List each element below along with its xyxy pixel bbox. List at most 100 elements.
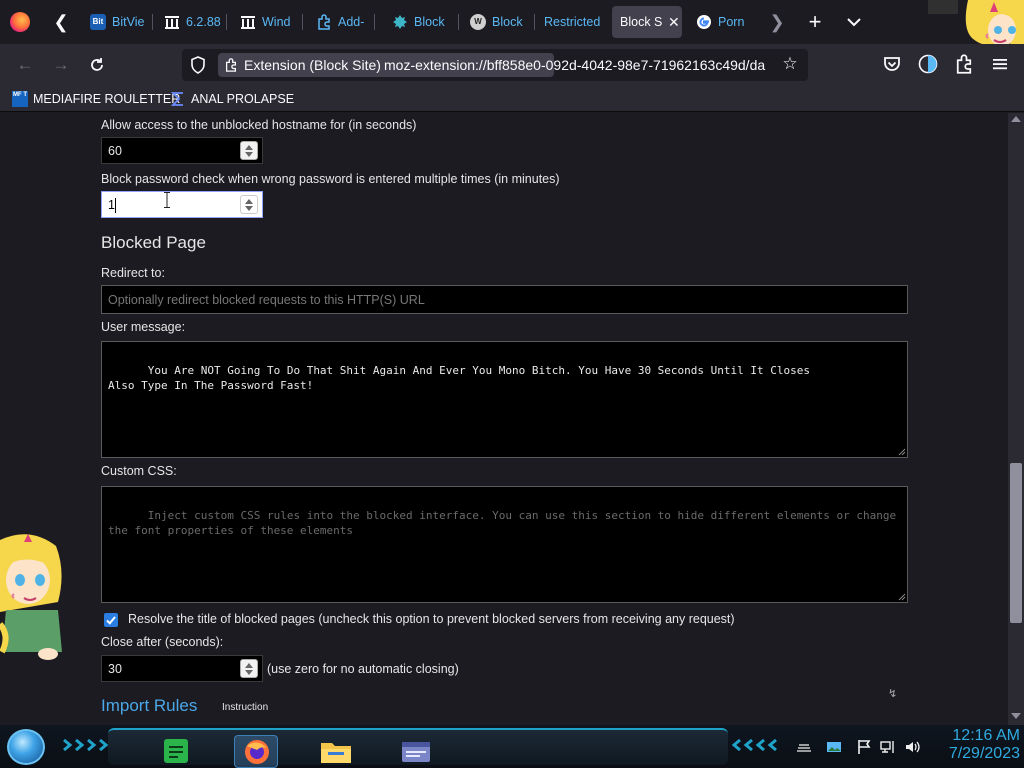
lightning-icon: ↯ bbox=[888, 688, 898, 700]
network-icon[interactable] bbox=[880, 739, 896, 755]
volume-icon[interactable] bbox=[904, 739, 920, 755]
number-spinner[interactable] bbox=[240, 195, 258, 214]
custom-css-placeholder: Inject custom CSS rules into the blocked… bbox=[108, 509, 903, 537]
tab-archive[interactable]: 6.2.88 bbox=[156, 6, 224, 38]
tab-wind[interactable]: Wind bbox=[232, 6, 298, 38]
window-app-icon[interactable] bbox=[394, 735, 438, 768]
ibeam-cursor-icon bbox=[164, 192, 170, 208]
extensions-icon[interactable] bbox=[954, 54, 976, 76]
site-identity-label: Extension (Block Site) bbox=[244, 57, 381, 73]
firefox-taskbar-icon[interactable] bbox=[234, 735, 278, 768]
keyboard-icon[interactable] bbox=[796, 739, 812, 755]
blocksite-favicon bbox=[392, 14, 408, 30]
scroll-tabs-right-button[interactable]: ❯ bbox=[766, 10, 788, 34]
back-button[interactable]: ← bbox=[12, 52, 38, 78]
forward-button[interactable]: → bbox=[48, 52, 74, 78]
taskbar-apps-frame bbox=[108, 728, 728, 768]
password-check-input[interactable]: 1 bbox=[101, 191, 263, 218]
pocket-icon[interactable] bbox=[882, 54, 904, 76]
resolve-title-label[interactable]: Resolve the title of blocked pages (unch… bbox=[128, 612, 735, 626]
user-message-textarea[interactable]: You Are NOT Going To Do That Shit Again … bbox=[101, 341, 908, 458]
resize-handle-icon[interactable] bbox=[896, 446, 906, 456]
custom-css-textarea[interactable]: Inject custom CSS rules into the blocked… bbox=[101, 486, 908, 603]
resolve-title-checkbox[interactable] bbox=[104, 613, 118, 627]
bookmark-label: ANAL PROLAPSE bbox=[191, 92, 295, 106]
photo-icon[interactable] bbox=[826, 739, 842, 755]
instruction-link[interactable]: Instruction bbox=[222, 702, 268, 713]
flag-icon[interactable] bbox=[856, 739, 872, 755]
list-all-tabs-button[interactable] bbox=[843, 8, 865, 36]
user-message-value: You Are NOT Going To Do That Shit Again … bbox=[108, 364, 811, 392]
close-tab-icon[interactable]: ✕ bbox=[668, 14, 680, 31]
resize-handle-icon[interactable] bbox=[896, 591, 906, 601]
bookmark-star-icon[interactable]: ☆ bbox=[780, 54, 800, 74]
import-rules-heading: Import Rules bbox=[101, 696, 198, 715]
close-after-label: Close after (seconds): bbox=[101, 635, 224, 649]
user-message-label: User message: bbox=[101, 320, 186, 334]
text-caret bbox=[115, 198, 116, 213]
tab-restricted[interactable]: Restricted bbox=[536, 6, 608, 38]
firefox-view-icon[interactable] bbox=[10, 12, 30, 32]
archive-favicon bbox=[240, 14, 256, 30]
character-art bbox=[958, 0, 1024, 50]
taskbar bbox=[0, 725, 1024, 768]
number-spinner[interactable] bbox=[240, 659, 258, 678]
tab-label: Wind bbox=[262, 15, 291, 29]
puzzle-favicon bbox=[316, 14, 332, 30]
navigation-toolbar: ← → Extension (Block Site) moz-extension… bbox=[0, 44, 1024, 86]
tab-bitview[interactable]: Bit BitVie bbox=[82, 6, 150, 38]
tab-block-site-active[interactable]: Block S ✕ bbox=[612, 6, 682, 38]
sigma-icon bbox=[170, 92, 183, 106]
vertical-scrollbar[interactable] bbox=[1008, 113, 1024, 725]
tab-addons[interactable]: Add- bbox=[308, 6, 370, 38]
minimize-button[interactable] bbox=[928, 0, 958, 14]
sticky-notes-icon[interactable] bbox=[154, 735, 198, 768]
allow-access-value: 60 bbox=[108, 144, 122, 158]
tab-strip: ❮ Bit BitVie 6.2.88 Wind Add- Block W Bl… bbox=[0, 0, 1024, 50]
close-after-value: 30 bbox=[108, 662, 122, 676]
screen: ❮ Bit BitVie 6.2.88 Wind Add- Block W Bl… bbox=[0, 0, 1024, 768]
tracking-protection-shield-icon[interactable] bbox=[190, 56, 206, 74]
scroll-up-arrow-icon[interactable] bbox=[1011, 116, 1021, 122]
taskbar-clock[interactable]: 12:16 AM 7/29/2023 bbox=[930, 727, 1020, 763]
start-button[interactable] bbox=[7, 729, 45, 765]
redirect-url-input[interactable]: Optionally redirect blocked requests to … bbox=[101, 285, 908, 314]
tab-wikipedia[interactable]: W Block bbox=[462, 6, 532, 38]
redirect-placeholder: Optionally redirect blocked requests to … bbox=[108, 293, 425, 307]
dark-reader-icon[interactable] bbox=[918, 54, 940, 76]
url-text[interactable]: moz-extension://bff858e0-092d-4042-98e7-… bbox=[384, 57, 774, 73]
allow-access-label: Allow access to the unblocked hostname f… bbox=[101, 118, 417, 132]
extension-puzzle-icon bbox=[225, 58, 237, 72]
decorative-chevrons-icon bbox=[63, 739, 109, 751]
bookmark-anal-prolapse[interactable]: ANAL PROLAPSE bbox=[170, 90, 294, 108]
menu-hamburger-icon[interactable] bbox=[990, 54, 1012, 76]
number-spinner[interactable] bbox=[240, 141, 258, 160]
clock-time: 12:16 AM bbox=[952, 727, 1020, 744]
reload-button[interactable] bbox=[84, 52, 110, 78]
decorative-chevrons-icon bbox=[732, 739, 777, 751]
url-bar[interactable]: Extension (Block Site) moz-extension://b… bbox=[182, 49, 808, 81]
allow-access-input[interactable]: 60 bbox=[101, 137, 263, 164]
scroll-down-arrow-icon[interactable] bbox=[1011, 713, 1021, 719]
scrollbar-thumb[interactable] bbox=[1010, 463, 1022, 623]
close-after-input[interactable]: 30 bbox=[101, 655, 263, 682]
bitview-favicon: Bit bbox=[90, 14, 106, 30]
tab-label: Block S bbox=[620, 15, 662, 29]
password-check-value: 1 bbox=[108, 198, 115, 212]
bookmarks-toolbar: MF T MEDIAFIRE ROULETTER ANAL PROLAPSE bbox=[0, 86, 1024, 112]
mediafire-icon: MF T bbox=[12, 91, 28, 107]
close-after-hint: (use zero for no automatic closing) bbox=[267, 662, 459, 676]
password-check-label: Block password check when wrong password… bbox=[101, 172, 560, 186]
tab-label: Porn bbox=[718, 15, 745, 29]
new-tab-button[interactable]: + bbox=[803, 8, 827, 36]
bookmark-label: MEDIAFIRE ROULETTER bbox=[33, 92, 181, 106]
wikipedia-favicon: W bbox=[470, 14, 486, 30]
scroll-tabs-left-button[interactable]: ❮ bbox=[50, 10, 72, 34]
tab-label: Block bbox=[414, 15, 445, 29]
file-explorer-icon[interactable] bbox=[314, 735, 358, 768]
tab-label: 6.2.88 bbox=[186, 15, 221, 29]
bookmark-mediafire-rouletter[interactable]: MF T MEDIAFIRE ROULETTER bbox=[12, 90, 180, 108]
tab-blocksite[interactable]: Block bbox=[384, 6, 458, 38]
archive-favicon bbox=[164, 14, 180, 30]
tab-porn[interactable]: Porn bbox=[688, 6, 762, 38]
